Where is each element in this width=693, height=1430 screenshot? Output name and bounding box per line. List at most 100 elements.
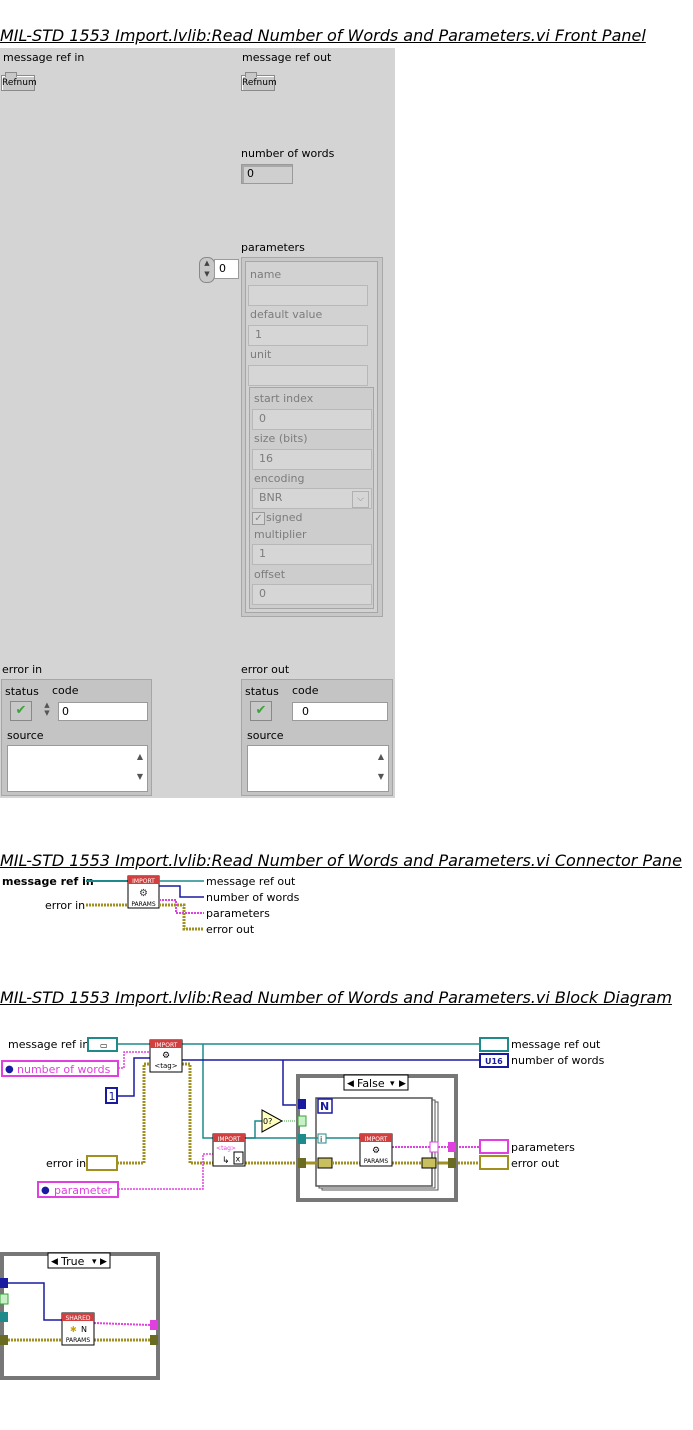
bd-true-params-wire <box>93 1322 151 1326</box>
name-field[interactable] <box>248 285 368 306</box>
signed-checkbox[interactable]: ✓ <box>252 512 265 525</box>
error-in-source-input[interactable]: ▲ ▼ <box>7 745 148 792</box>
block-diagram: message ref in ▭ ● number of words 1 err… <box>0 1037 605 1380</box>
source-scroll-arrows-icon[interactable]: ▲ ▼ <box>375 747 387 787</box>
bd-import-x-top: IMPORT <box>218 1136 241 1143</box>
cp-message-ref-in-label: message ref in <box>2 875 94 888</box>
error-in-status-check-icon[interactable]: ✔ <box>10 701 32 721</box>
cp-output-2: parameters <box>206 907 270 920</box>
front-panel-heading: MIL-STD 1553 Import.lvlib:Read Number of… <box>0 26 646 45</box>
multiplier-field[interactable]: 1 <box>252 544 372 565</box>
bd-parameter-ref-label: parameter <box>54 1184 113 1197</box>
gear-icon: ⚙ <box>162 1051 170 1061</box>
block-diagram-heading: MIL-STD 1553 Import.lvlib:Read Number of… <box>0 988 672 1007</box>
bd-import-params-bottom: PARAMS <box>364 1158 389 1165</box>
error-in-code-label: code <box>52 684 79 697</box>
error-out-code-indicator: 0 <box>292 702 388 721</box>
default-value-field[interactable]: 1 <box>248 325 368 346</box>
bd-import-tag-top: IMPORT <box>155 1042 178 1049</box>
bd-import-tag-sub: <tag> <box>154 1062 177 1070</box>
size-bits-field[interactable]: 16 <box>252 449 372 470</box>
arrow-icon: ↳ <box>222 1156 230 1166</box>
bd-error-in-label: error in <box>46 1157 86 1170</box>
bd-loop-index-label: i <box>320 1135 322 1144</box>
bd-shared-n: N <box>81 1325 87 1334</box>
multiplier-label: multiplier <box>254 528 307 541</box>
bd-const-one-text: 1 <box>109 1090 116 1103</box>
number-of-words-label: number of words <box>241 147 335 160</box>
bd-param-ref-wire <box>118 1153 213 1190</box>
start-index-field[interactable]: 0 <box>252 409 372 430</box>
bd-case-true-label: True <box>60 1255 85 1268</box>
unit-label: unit <box>250 348 272 361</box>
message-ref-in-label: message ref in <box>3 51 85 64</box>
encoding-select[interactable]: BNR ⌵ <box>252 488 372 509</box>
bd-error-wire-2 <box>182 1062 213 1165</box>
error-in-code-spinner[interactable]: ▲ ▼ <box>42 701 52 719</box>
bd-parameters-out-terminal <box>479 1139 509 1154</box>
triangle-left-icon: ◀ <box>51 1257 58 1267</box>
triangle-down-icon: ▾ <box>390 1079 395 1089</box>
bd-true-tunnel-int <box>0 1278 8 1288</box>
name-label: name <box>250 268 282 281</box>
globe-icon: ● <box>5 1064 14 1075</box>
bd-loop-count-label: N <box>320 1100 329 1113</box>
bd-shift-register-right <box>421 1157 437 1169</box>
error-out-source-label: source <box>247 729 284 742</box>
cp-output-1: number of words <box>206 891 300 904</box>
unit-field[interactable] <box>248 365 368 386</box>
array-index-input[interactable]: 0 <box>214 259 239 279</box>
connector-pane: message ref in error in IMPORT ⚙ PARAMS … <box>2 875 300 936</box>
source-scroll-arrows-icon[interactable]: ▲ ▼ <box>134 747 146 787</box>
cp-output-0: message ref out <box>206 875 296 888</box>
cp-error-out-wire <box>159 903 204 931</box>
bd-case-tunnel-int <box>298 1099 306 1109</box>
error-in-source-label: source <box>7 729 44 742</box>
bd-error-in-terminal[interactable] <box>86 1155 118 1171</box>
cp-words-wire <box>159 885 204 898</box>
bd-case-tunnel-params <box>448 1142 456 1152</box>
error-out-status-label: status <box>245 685 279 698</box>
bd-import-params-top: IMPORT <box>365 1136 388 1143</box>
bd-shared-top: SHARED <box>65 1315 90 1322</box>
bd-case-false-label: False <box>357 1077 385 1090</box>
cp-output-3: error out <box>206 923 255 936</box>
bd-number-of-words-ref-label: number of words <box>17 1063 111 1076</box>
bd-message-ref-out-label: message ref out <box>511 1038 601 1051</box>
chevron-down-icon: ⌵ <box>352 491 369 508</box>
parameters-label: parameters <box>241 241 305 254</box>
start-index-label: start index <box>254 392 314 405</box>
connector-pane-heading: MIL-STD 1553 Import.lvlib:Read Number of… <box>0 851 682 870</box>
cp-icon-top-text: IMPORT <box>132 878 155 885</box>
bd-import-x-sub: <tag> <box>216 1145 236 1152</box>
bd-ref-wire-down <box>202 1044 300 1139</box>
cp-icon-glyph: ⚙ <box>139 888 148 899</box>
error-in-code-input[interactable]: 0 <box>58 702 148 721</box>
bd-true-int-wire <box>8 1282 62 1321</box>
bd-u16-label: U16 <box>485 1057 503 1066</box>
encoding-value: BNR <box>259 491 283 504</box>
offset-field[interactable]: 0 <box>252 584 372 605</box>
signed-label: signed <box>266 511 303 524</box>
bd-error-out-label: error out <box>511 1157 560 1170</box>
triangle-down-icon: ▾ <box>92 1257 97 1267</box>
bd-case-tunnel-ref <box>298 1134 306 1144</box>
offset-label: offset <box>254 568 286 581</box>
gear-icon: ⚙ <box>372 1146 380 1156</box>
triangle-right-icon: ▶ <box>100 1257 107 1267</box>
error-out-code-label: code <box>292 684 319 697</box>
cp-error-in-label: error in <box>45 899 85 912</box>
bd-case-selector-terminal <box>297 1115 307 1127</box>
message-ref-in-control[interactable]: Refnum <box>1 72 37 91</box>
message-ref-out-indicator: Refnum <box>241 72 277 91</box>
triangle-left-icon: ◀ <box>347 1079 354 1089</box>
bd-true-tunnel-error-in <box>0 1335 8 1345</box>
bd-shift-register-left <box>317 1157 333 1169</box>
star-icon: ✱ <box>70 1325 77 1334</box>
cp-icon-bottom-text: PARAMS <box>131 901 156 908</box>
array-index-spinner[interactable]: ▲ ▼ <box>199 257 215 283</box>
bd-parameters-out-label: parameters <box>511 1141 575 1154</box>
document-icon: ▭ <box>100 1041 108 1050</box>
bd-eq-in-wire <box>245 1120 262 1139</box>
globe-icon: ● <box>41 1185 50 1196</box>
